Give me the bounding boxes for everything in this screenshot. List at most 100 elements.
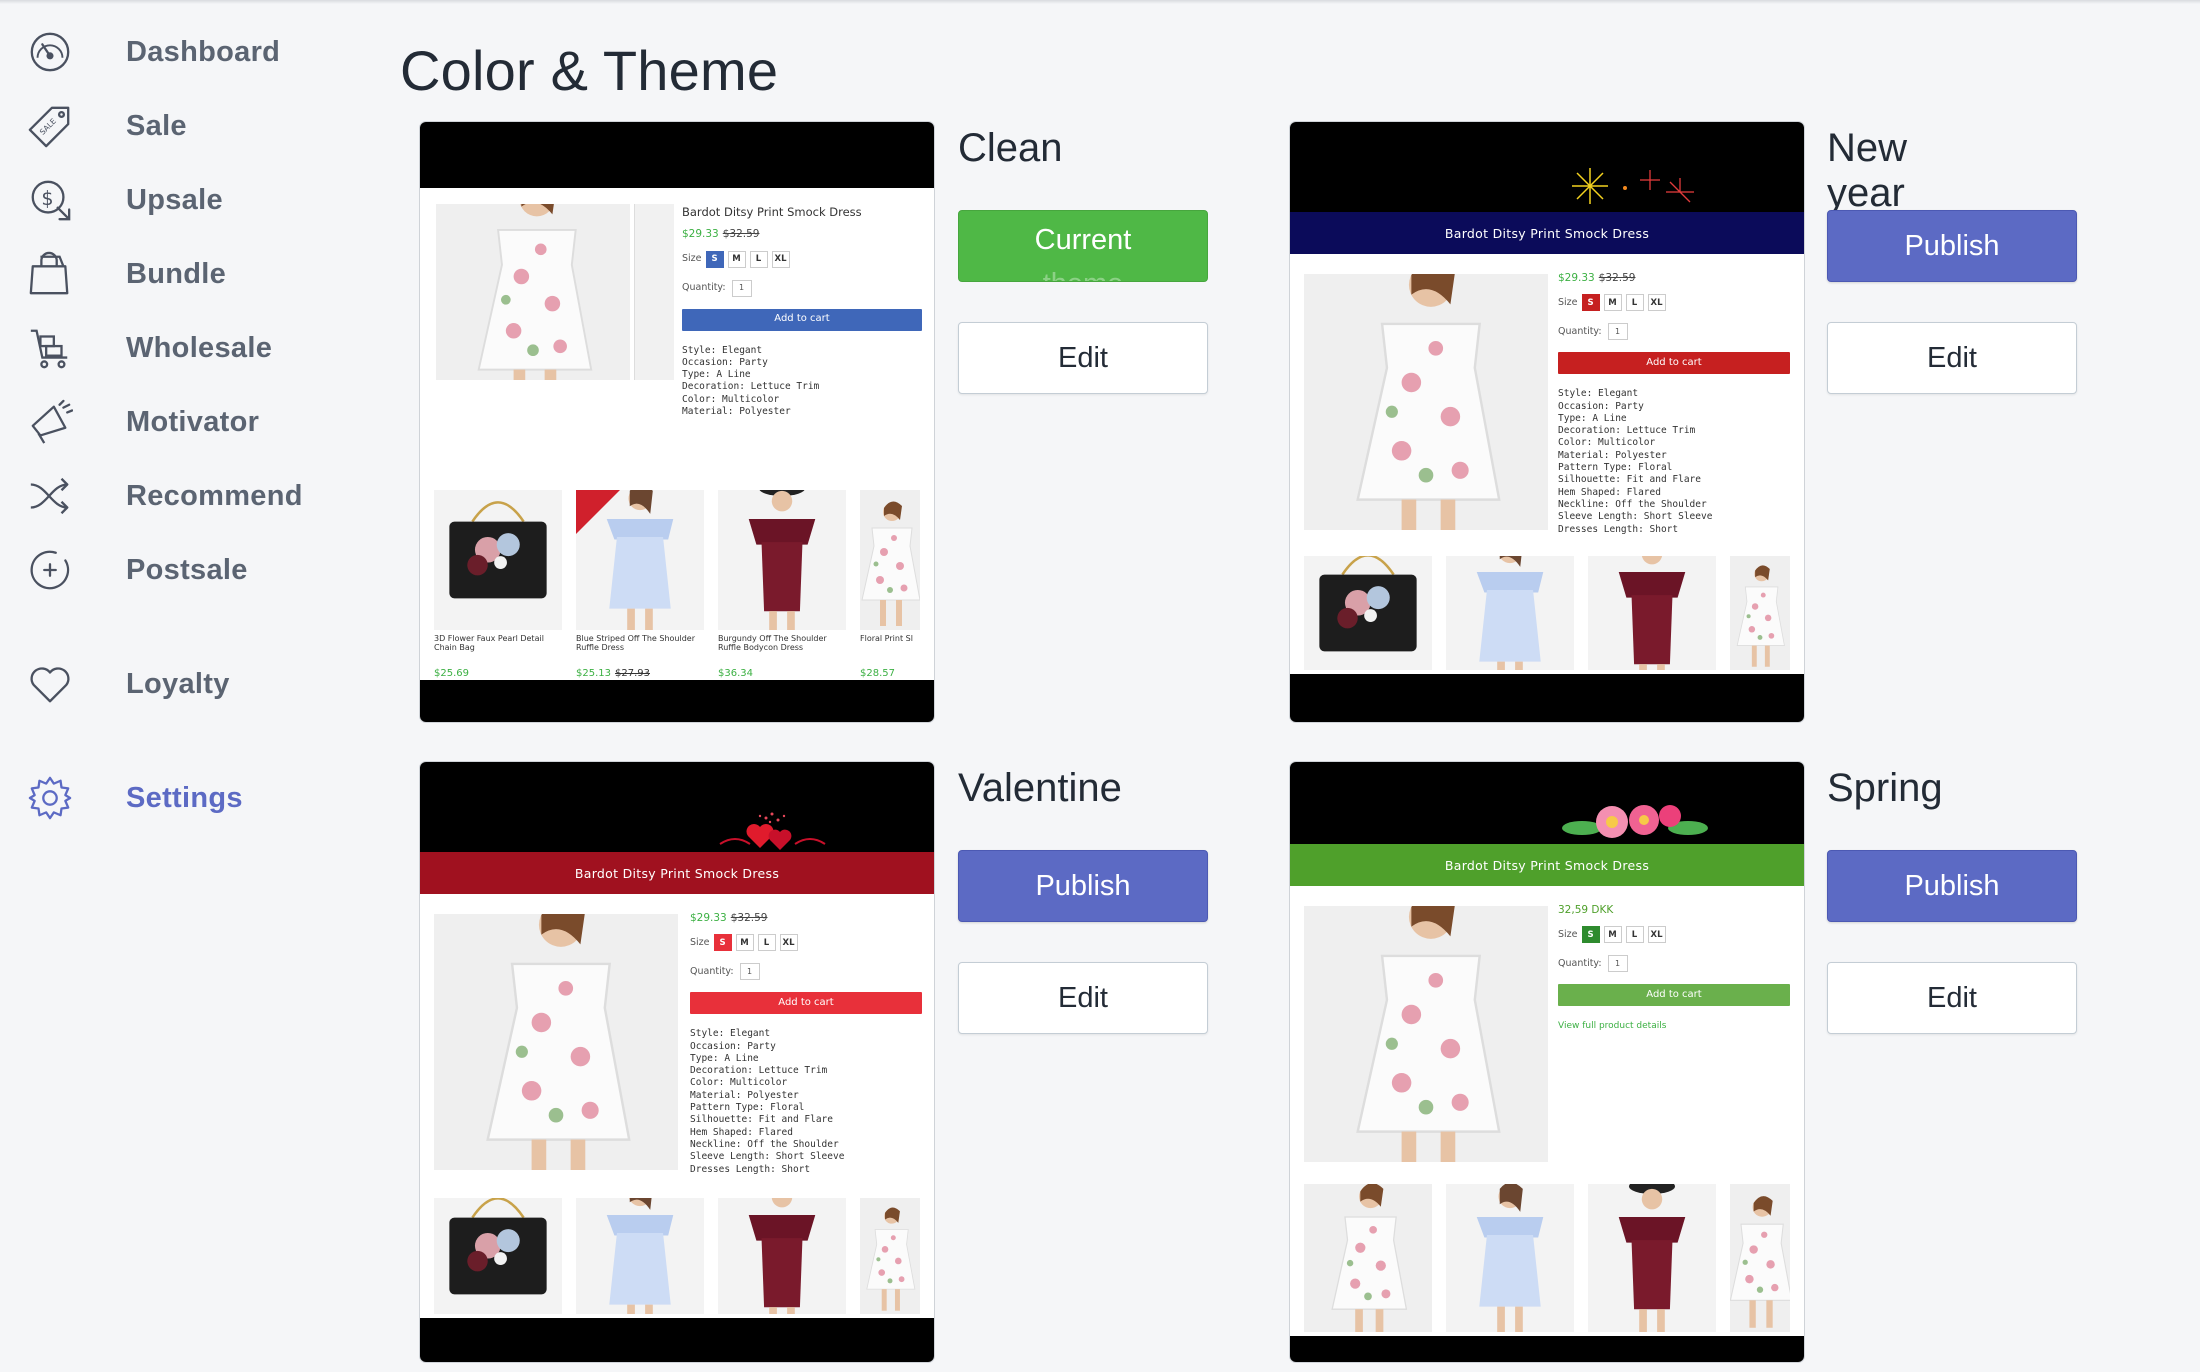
preview-detail-line: Silhouette: Fit and Flare — [690, 1114, 833, 1126]
related-product-thumb — [434, 1198, 562, 1314]
preview-detail-line: Occasion: Party — [682, 356, 768, 368]
related-product-caption: Blue Striped Off The Shoulder Ruffle Dre… — [576, 634, 695, 652]
related-product-caption: Burgundy Off The Shoulder Ruffle Bodycon… — [718, 634, 827, 652]
sale-tag-icon: SALE — [26, 102, 74, 150]
edit-button[interactable]: Edit — [958, 322, 1208, 394]
preview-detail-line: Hem Shaped: Flared — [1558, 486, 1661, 498]
preview-footer — [420, 1318, 934, 1362]
preview-related-strip — [1290, 1174, 1804, 1336]
preview-header — [420, 762, 934, 852]
preview-product-details: 32,59 DKK Size S M L XL Quantity: 1 Add to cart V… — [1558, 904, 1790, 1033]
bundle-bag-icon — [26, 250, 74, 298]
publish-button[interactable]: Publish — [958, 850, 1208, 922]
related-product-price: $25.13 $27.93 — [576, 668, 650, 679]
preview-size-row: Size S M L XL — [1558, 294, 1790, 312]
related-product-thumb — [1304, 1184, 1432, 1332]
related-price-current: $25.69 — [434, 668, 469, 679]
related-product-thumb — [718, 1198, 846, 1314]
preview-detail-line: Color: Multicolor — [1558, 437, 1656, 449]
preview-detail-line: Material: Polyester — [682, 406, 791, 418]
heart-icon — [26, 660, 74, 708]
preview-size-row: Size S M L XL — [1558, 926, 1790, 944]
related-product-thumb — [1588, 1184, 1716, 1332]
sidebar-item-upsale[interactable]: $ Upsale — [26, 176, 223, 224]
preview-product-image-side — [634, 204, 674, 380]
current-sub-label: theme — [1043, 262, 1124, 281]
related-product-price: $36.34 — [718, 668, 753, 679]
preview-detail-line: Neckline: Off the Shoulder — [690, 1138, 839, 1150]
preview-add-to-cart: Add to cart — [682, 308, 922, 331]
quantity-label: Quantity: — [682, 281, 726, 293]
shuffle-icon — [26, 472, 74, 520]
preview-header — [420, 122, 934, 188]
sidebar-item-sale[interactable]: SALE Sale — [26, 102, 187, 150]
quantity-input: 1 — [1607, 323, 1628, 341]
preview-quantity-row: Quantity: 1 — [1558, 323, 1790, 341]
theme-name: Valentine — [958, 766, 1122, 810]
price-old: $32.59 — [1598, 272, 1636, 284]
preview-footer — [1290, 1336, 1804, 1362]
size-option: S — [713, 934, 732, 952]
size-option: L — [1625, 294, 1644, 312]
preview-size-row: Size S M L XL — [682, 250, 922, 268]
sidebar-item-loyalty[interactable]: Loyalty — [26, 660, 230, 708]
preview-price: 32,59 DKK — [1558, 904, 1790, 916]
price-old: $32.59 — [722, 228, 760, 241]
preview-detail-line: Decoration: Lettuce Trim — [1558, 425, 1696, 437]
preview-product-image — [1304, 274, 1548, 530]
sidebar-item-recommend[interactable]: Recommend — [26, 472, 303, 520]
sidebar-item-dashboard[interactable]: Dashboard — [26, 28, 280, 76]
preview-detail-line: Pattern Type: Floral — [1558, 462, 1673, 474]
related-product-price: $25.69 — [434, 668, 469, 679]
preview-detail-line: Silhouette: Fit and Flare — [1558, 474, 1701, 486]
preview-price: $29.33 $32.59 — [682, 228, 922, 240]
related-product-thumb — [434, 490, 562, 630]
edit-button[interactable]: Edit — [1827, 962, 2077, 1034]
svg-text:$: $ — [41, 187, 53, 210]
size-label: Size — [1558, 296, 1578, 308]
preview-detail-line: Dresses Length: Short — [690, 1163, 811, 1175]
quantity-label: Quantity: — [1558, 325, 1602, 337]
preview-header — [1290, 762, 1804, 844]
theme-preview: Bardot Ditsy Print Smock Dress $29.33 $32.… — [1290, 122, 1804, 722]
quantity-label: Quantity: — [1558, 957, 1602, 969]
edit-button[interactable]: Edit — [958, 962, 1208, 1034]
preview-title-banner: Bardot Ditsy Print Smock Dress — [420, 852, 934, 894]
preview-price: $29.33 $32.59 — [1558, 272, 1790, 284]
preview-detail-line: Occasion: Party — [1558, 400, 1644, 412]
related-product-caption: 3D Flower Faux Pearl Detail Chain Bag — [434, 634, 544, 652]
preview-product-title: Bardot Ditsy Print Smock Dress — [682, 205, 862, 219]
preview-detail-line: Type: A Line — [682, 369, 751, 381]
upsale-coin-icon: $ — [26, 176, 74, 224]
sale-ribbon — [576, 490, 620, 534]
preview-related-strip — [420, 1188, 934, 1318]
publish-button[interactable]: Publish — [1827, 850, 2077, 922]
sidebar-item-wholesale[interactable]: Wholesale — [26, 324, 272, 372]
publish-button[interactable]: Publish — [1827, 210, 2077, 282]
sidebar-item-bundle[interactable]: Bundle — [26, 250, 226, 298]
sidebar-item-settings[interactable]: Settings — [26, 774, 243, 822]
sidebar-item-label: Settings — [126, 781, 243, 814]
preview-product-image — [436, 204, 630, 380]
sidebar-item-label: Dashboard — [126, 35, 281, 68]
size-option: M — [1603, 294, 1622, 312]
preview-view-details-link: View full product details — [1558, 1021, 1667, 1032]
price-current: $29.33 — [682, 228, 719, 241]
related-price-old: $27.93 — [615, 668, 650, 679]
size-option: M — [735, 934, 754, 952]
preview-detail-line: Pattern Type: Floral — [690, 1102, 805, 1114]
preview-related-strip: 3D Flower Faux Pearl Detail Chain Bag $25… — [420, 480, 934, 680]
hearts-decoration — [700, 808, 850, 856]
edit-button[interactable]: Edit — [1827, 322, 2077, 394]
related-product-thumb — [860, 1198, 920, 1314]
sidebar-item-motivator[interactable]: Motivator — [26, 398, 259, 446]
preview-title-banner: Bardot Ditsy Print Smock Dress — [1290, 844, 1804, 886]
preview-detail-line: Sleeve Length: Short Sleeve — [1558, 511, 1713, 523]
size-option: M — [1603, 926, 1622, 944]
preview-detail-line: Decoration: Lettuce Trim — [682, 381, 820, 393]
related-product-thumb — [1304, 556, 1432, 670]
size-option: XL — [779, 934, 798, 952]
preview-product-image — [1304, 906, 1548, 1162]
sidebar-item-postsale[interactable]: Postsale — [26, 546, 248, 594]
price-old: $32.59 — [730, 912, 768, 924]
